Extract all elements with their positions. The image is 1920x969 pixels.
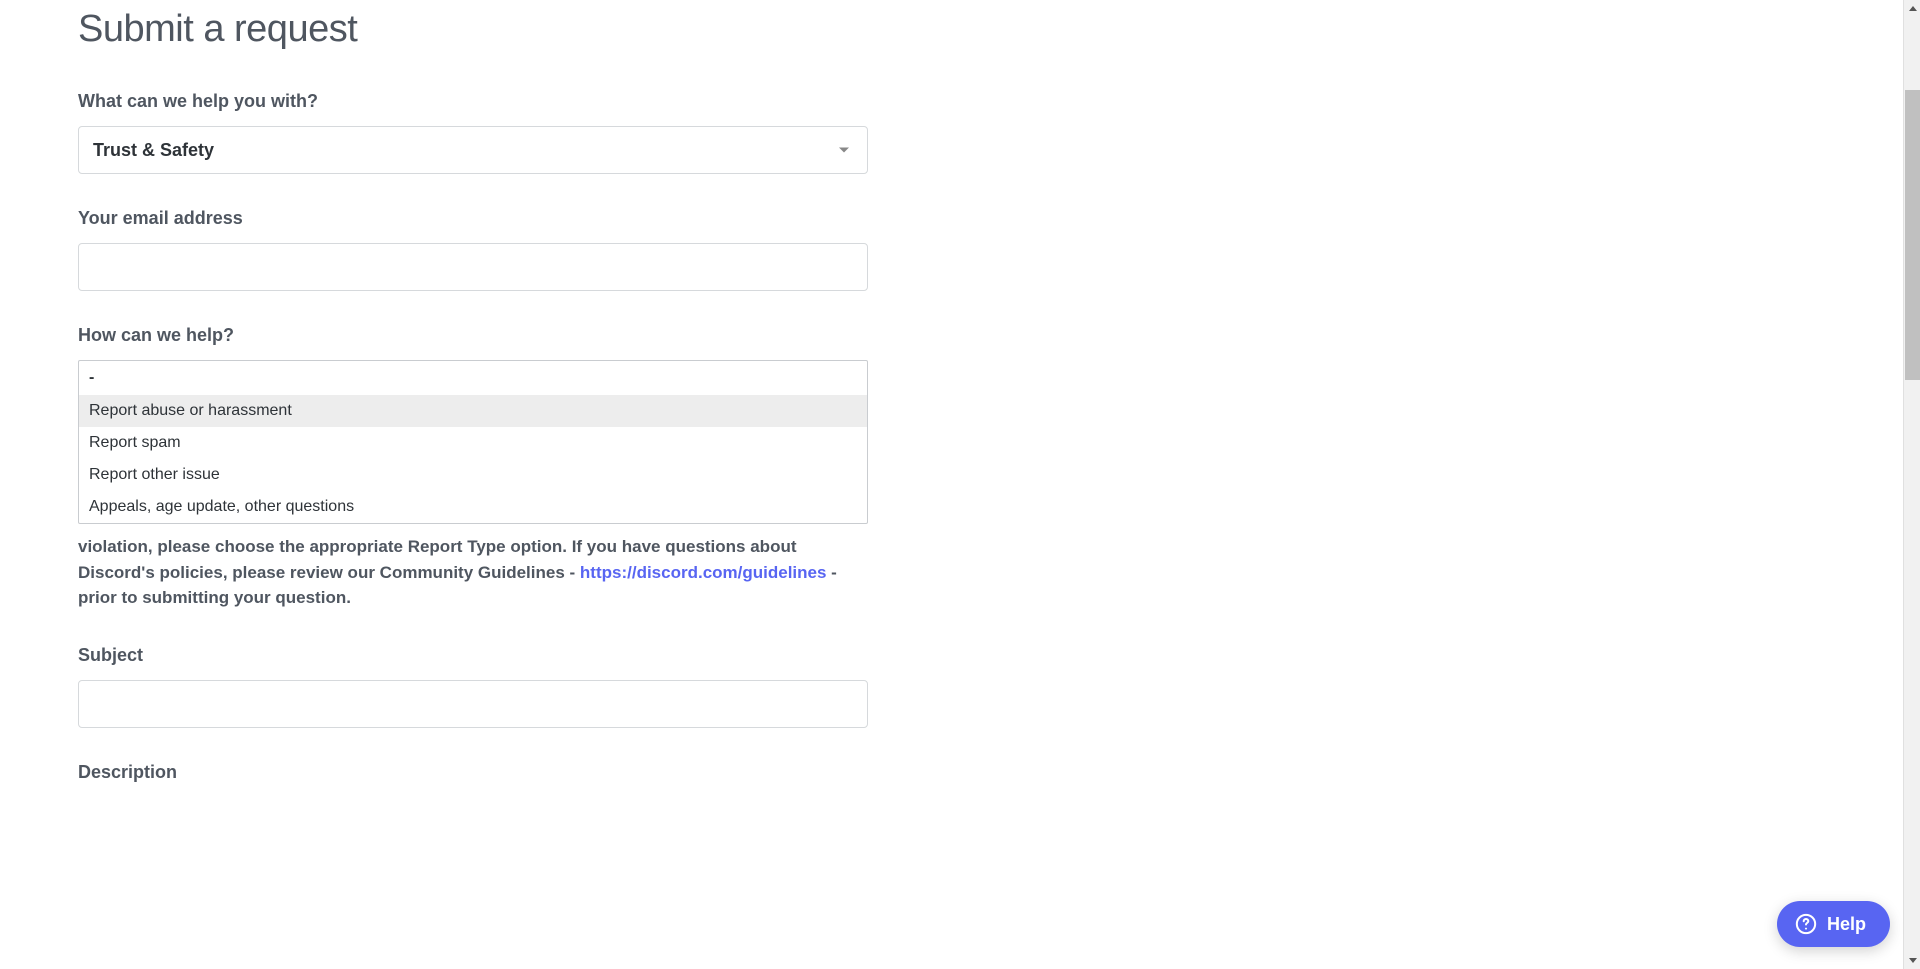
help-with-label: What can we help you with?	[78, 91, 868, 112]
help-icon	[1795, 913, 1817, 935]
subject-label: Subject	[78, 645, 868, 666]
how-help-label: How can we help?	[78, 325, 868, 346]
guidelines-link[interactable]: https://discord.com/guidelines	[580, 563, 827, 582]
field-subject: Subject	[78, 645, 868, 728]
how-help-placeholder-option[interactable]: -	[79, 361, 867, 395]
subject-input[interactable]	[78, 680, 868, 728]
email-label: Your email address	[78, 208, 868, 229]
scrollbar-up-button[interactable]	[1904, 0, 1920, 17]
help-with-select[interactable]: Trust & Safety	[78, 126, 868, 174]
field-email: Your email address	[78, 208, 868, 291]
how-help-option-0[interactable]: Report abuse or harassment	[79, 395, 867, 427]
field-how-help: How can we help? - Report abuse or haras…	[78, 325, 868, 611]
scrollbar[interactable]	[1903, 0, 1920, 969]
field-help-with: What can we help you with? Trust & Safet…	[78, 91, 868, 174]
chevron-down-icon	[839, 148, 849, 153]
description-label: Description	[78, 762, 868, 783]
page-title: Submit a request	[78, 8, 868, 51]
how-help-dropdown[interactable]: - Report abuse or harassment Report spam…	[78, 360, 868, 524]
help-widget-label: Help	[1827, 914, 1866, 935]
scrollbar-down-button[interactable]	[1904, 952, 1920, 969]
help-widget-button[interactable]: Help	[1777, 901, 1890, 947]
how-help-hint: violation, please choose the appropriate…	[78, 534, 868, 611]
how-help-option-3[interactable]: Appeals, age update, other questions	[79, 491, 867, 523]
how-help-option-1[interactable]: Report spam	[79, 427, 867, 459]
scrollbar-thumb[interactable]	[1905, 90, 1920, 380]
email-input[interactable]	[78, 243, 868, 291]
field-description: Description	[78, 762, 868, 783]
how-help-option-2[interactable]: Report other issue	[79, 459, 867, 491]
help-with-selected-value: Trust & Safety	[93, 140, 214, 161]
